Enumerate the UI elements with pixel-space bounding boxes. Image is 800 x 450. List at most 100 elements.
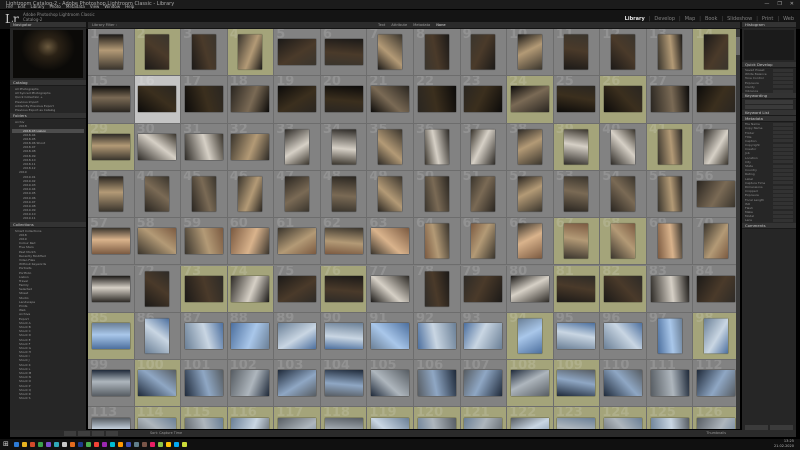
photo-thumbnail[interactable] xyxy=(378,34,403,70)
photo-thumbnail[interactable] xyxy=(657,176,682,212)
taskbar-app-icon[interactable] xyxy=(142,442,147,447)
photo-thumbnail[interactable] xyxy=(278,275,317,302)
loupe-view-button[interactable] xyxy=(78,431,90,436)
taskbar-app-icon[interactable] xyxy=(102,442,107,447)
photo-thumbnail[interactable] xyxy=(557,417,596,429)
photo-thumbnail[interactable] xyxy=(138,228,177,255)
photo-thumbnail[interactable] xyxy=(98,176,123,212)
thumbnail-cell[interactable]: 66 xyxy=(507,218,554,266)
thumbnail-cell[interactable]: 125 xyxy=(646,407,694,429)
photo-thumbnail[interactable] xyxy=(231,133,270,160)
thumbnail-cell[interactable]: 105 xyxy=(367,360,414,408)
photo-thumbnail[interactable] xyxy=(704,34,729,70)
thumbnail-cell[interactable]: 36 xyxy=(413,123,461,171)
taskbar-app-icon[interactable] xyxy=(38,442,43,447)
thumbnail-cell[interactable]: 58 xyxy=(134,218,182,266)
photo-thumbnail[interactable] xyxy=(184,228,223,255)
photo-thumbnail[interactable] xyxy=(324,275,363,302)
photo-thumbnail[interactable] xyxy=(424,34,449,70)
sync-settings-button[interactable] xyxy=(770,425,793,430)
thumbnail-cell[interactable]: 4 xyxy=(227,29,275,77)
metadata-field-value[interactable] xyxy=(773,89,793,93)
photo-thumbnail[interactable] xyxy=(371,417,410,429)
photo-thumbnail[interactable] xyxy=(657,34,682,70)
taskbar-app-icon[interactable] xyxy=(166,442,171,447)
thumbnail-cell[interactable]: 102 xyxy=(227,360,275,408)
sort-dropdown[interactable]: Sort: Capture Time xyxy=(150,430,182,437)
photo-thumbnail[interactable] xyxy=(184,133,223,160)
thumbnail-cell[interactable]: 21 xyxy=(367,76,414,124)
photo-thumbnail[interactable] xyxy=(464,417,503,429)
taskbar-app-icon[interactable] xyxy=(158,442,163,447)
grid-scrollbar[interactable] xyxy=(736,29,740,429)
thumbnail-cell[interactable]: 64 xyxy=(413,218,461,266)
thumbnail-cell[interactable]: 85 xyxy=(88,312,135,361)
photo-thumbnail[interactable] xyxy=(650,370,689,397)
thumbnail-cell[interactable]: 118 xyxy=(320,407,368,429)
thumbnail-cell[interactable]: 73 xyxy=(181,265,228,313)
thumbnail-cell[interactable]: 14 xyxy=(693,29,740,77)
photo-thumbnail[interactable] xyxy=(604,370,643,397)
photo-thumbnail[interactable] xyxy=(611,129,636,165)
photo-thumbnail[interactable] xyxy=(91,275,130,302)
thumbnail-cell[interactable]: 9 xyxy=(460,29,508,77)
photo-thumbnail[interactable] xyxy=(138,133,177,160)
photo-thumbnail[interactable] xyxy=(704,223,729,259)
photo-thumbnail[interactable] xyxy=(145,271,170,307)
thumbnail-cell[interactable]: 25 xyxy=(553,76,601,124)
metadata-field-value[interactable] xyxy=(773,172,793,176)
thumbnail-cell[interactable]: 48 xyxy=(320,170,368,219)
metadata-field-value[interactable] xyxy=(773,189,793,193)
thumbnail-cell[interactable]: 24 xyxy=(507,76,554,124)
photo-thumbnail[interactable] xyxy=(704,318,729,354)
thumbnail-cell[interactable]: 2 xyxy=(134,29,182,77)
photo-thumbnail[interactable] xyxy=(517,34,542,70)
thumbnail-cell[interactable]: 72 xyxy=(134,265,182,313)
thumbnail-cell[interactable]: 94 xyxy=(507,312,554,361)
photo-thumbnail[interactable] xyxy=(278,39,317,66)
thumbnail-cell[interactable]: 11 xyxy=(553,29,601,77)
photo-thumbnail[interactable] xyxy=(604,275,643,302)
photo-thumbnail[interactable] xyxy=(510,417,549,429)
photo-thumbnail[interactable] xyxy=(424,129,449,165)
thumbnail-cell[interactable]: 70 xyxy=(693,218,740,266)
thumbnail-cell[interactable]: 65 xyxy=(460,218,508,266)
photo-thumbnail[interactable] xyxy=(464,86,503,113)
thumbnail-cell[interactable]: 95 xyxy=(553,312,601,361)
thumbnail-cell[interactable]: 31 xyxy=(181,123,228,171)
photo-thumbnail[interactable] xyxy=(184,275,223,302)
thumbnail-cell[interactable]: 55 xyxy=(646,170,694,219)
photo-thumbnail[interactable] xyxy=(650,275,689,302)
photo-thumbnail[interactable] xyxy=(657,318,682,354)
thumbnail-cell[interactable]: 7 xyxy=(367,29,414,77)
thumbnail-cell[interactable]: 100 xyxy=(134,360,182,408)
photo-thumbnail[interactable] xyxy=(324,86,363,113)
thumbnail-cell[interactable]: 40 xyxy=(600,123,647,171)
thumbnail-cell[interactable]: 27 xyxy=(646,76,694,124)
thumbnail-cell[interactable]: 61 xyxy=(274,218,321,266)
thumbnail-cell[interactable]: 18 xyxy=(227,76,275,124)
filter-metadata[interactable]: Metadata xyxy=(413,22,430,28)
photo-thumbnail[interactable] xyxy=(138,370,177,397)
metadata-field-value[interactable] xyxy=(773,177,793,181)
thumbnail-cell[interactable]: 83 xyxy=(646,265,694,313)
metadata-field-value[interactable] xyxy=(773,210,793,214)
metadata-field-value[interactable] xyxy=(773,76,793,80)
filter-none[interactable]: None xyxy=(436,22,445,28)
thumbnail-cell[interactable]: 99 xyxy=(88,360,135,408)
metadata-field-value[interactable] xyxy=(773,143,793,147)
thumbnail-cell[interactable]: 47 xyxy=(274,170,321,219)
photo-thumbnail[interactable] xyxy=(417,86,456,113)
photo-thumbnail[interactable] xyxy=(424,176,449,212)
photo-thumbnail[interactable] xyxy=(557,275,596,302)
thumbnail-cell[interactable]: 16 xyxy=(134,76,182,124)
photo-thumbnail[interactable] xyxy=(378,176,403,212)
photo-thumbnail[interactable] xyxy=(191,34,216,70)
metadata-field-value[interactable] xyxy=(773,81,793,85)
photo-thumbnail[interactable] xyxy=(510,86,549,113)
metadata-field-value[interactable] xyxy=(773,198,793,202)
metadata-field-value[interactable] xyxy=(773,139,793,143)
thumbnail-grid[interactable]: 1234567891011121314151617181920212223242… xyxy=(88,29,740,429)
thumbnail-cell[interactable]: 93 xyxy=(460,312,508,361)
photo-thumbnail[interactable] xyxy=(697,417,736,429)
